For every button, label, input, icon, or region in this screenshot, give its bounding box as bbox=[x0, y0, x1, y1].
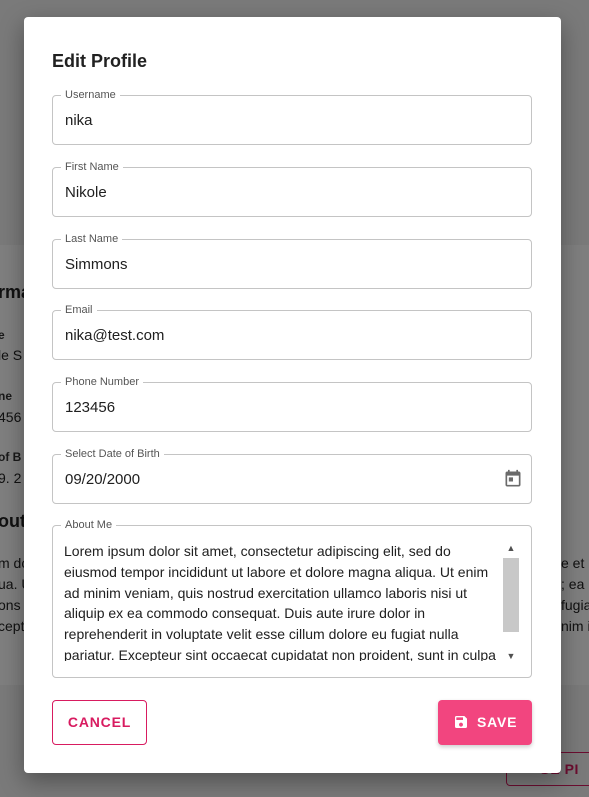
scroll-down-icon[interactable]: ▼ bbox=[503, 648, 519, 664]
last-name-label: Last Name bbox=[61, 233, 123, 246]
cancel-button[interactable]: CANCEL bbox=[52, 700, 147, 745]
save-button[interactable]: SAVE bbox=[438, 700, 532, 745]
username-input[interactable]: nika bbox=[65, 112, 93, 130]
username-label: Username bbox=[61, 89, 120, 102]
date-of-birth-input[interactable]: 09/20/2000 bbox=[65, 471, 140, 489]
textarea-scrollbar[interactable]: ▲ ▼ bbox=[503, 540, 519, 664]
date-of-birth-field[interactable]: Select Date of Birth 09/20/2000 bbox=[52, 448, 532, 504]
email-input[interactable]: nika@test.com bbox=[65, 327, 164, 345]
phone-number-field[interactable]: Phone Number 123456 bbox=[52, 376, 532, 432]
about-me-field[interactable]: About Me Lorem ipsum dolor sit amet, con… bbox=[52, 519, 532, 678]
edit-profile-dialog: Edit Profile Username nika First Name Ni… bbox=[24, 17, 561, 773]
last-name-input[interactable]: Simmons bbox=[65, 256, 128, 274]
username-field[interactable]: Username nika bbox=[52, 89, 532, 145]
dialog-title: Edit Profile bbox=[52, 51, 148, 71]
email-field[interactable]: Email nika@test.com bbox=[52, 304, 532, 360]
first-name-input[interactable]: Nikole bbox=[65, 184, 107, 202]
first-name-field[interactable]: First Name Nikole bbox=[52, 161, 532, 217]
about-me-textarea[interactable]: Lorem ipsum dolor sit amet, consectetur … bbox=[64, 541, 504, 661]
save-icon bbox=[455, 716, 467, 728]
about-me-label: About Me bbox=[61, 519, 117, 532]
scroll-up-icon[interactable]: ▲ bbox=[503, 540, 519, 556]
calendar-icon[interactable] bbox=[503, 469, 523, 489]
first-name-label: First Name bbox=[61, 161, 123, 174]
scrollbar-thumb[interactable] bbox=[503, 558, 519, 632]
save-label: SAVE bbox=[477, 714, 518, 730]
email-label: Email bbox=[61, 304, 97, 317]
phone-number-label: Phone Number bbox=[61, 376, 143, 389]
last-name-field[interactable]: Last Name Simmons bbox=[52, 233, 532, 289]
phone-number-input[interactable]: 123456 bbox=[65, 399, 115, 417]
date-of-birth-label: Select Date of Birth bbox=[61, 448, 164, 461]
